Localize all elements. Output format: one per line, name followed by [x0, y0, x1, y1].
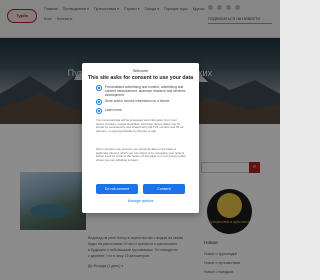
device-icon [96, 99, 102, 105]
learn-more-link[interactable]: Learn more [105, 108, 122, 112]
do-not-consent-button[interactable]: Do not consent [96, 184, 138, 194]
expand-icon [96, 108, 102, 114]
dialog-title: This site asks for consent to use your d… [87, 75, 194, 81]
manage-options-link[interactable]: Manage options [82, 199, 199, 203]
feature-learn-more[interactable]: Learn more [96, 108, 191, 114]
feature-device-storage: Store and/or access information on a dev… [96, 99, 191, 105]
consent-button[interactable]: Consent [143, 184, 185, 194]
dialog-welcome: Welcome [133, 69, 148, 73]
feature-personalised-ads: Personalised advertising and content, ad… [96, 85, 191, 97]
consent-paragraph: Your personal data will be processed and… [96, 118, 184, 134]
ads-icon [96, 85, 102, 91]
feature-text: Personalised advertising and content, ad… [105, 85, 186, 97]
consent-paragraph: Some vendors may process your personal d… [96, 147, 186, 163]
consent-dialog: Welcome This site asks for consent to us… [82, 63, 199, 213]
feature-text: Store and/or access information on a dev… [105, 99, 170, 103]
